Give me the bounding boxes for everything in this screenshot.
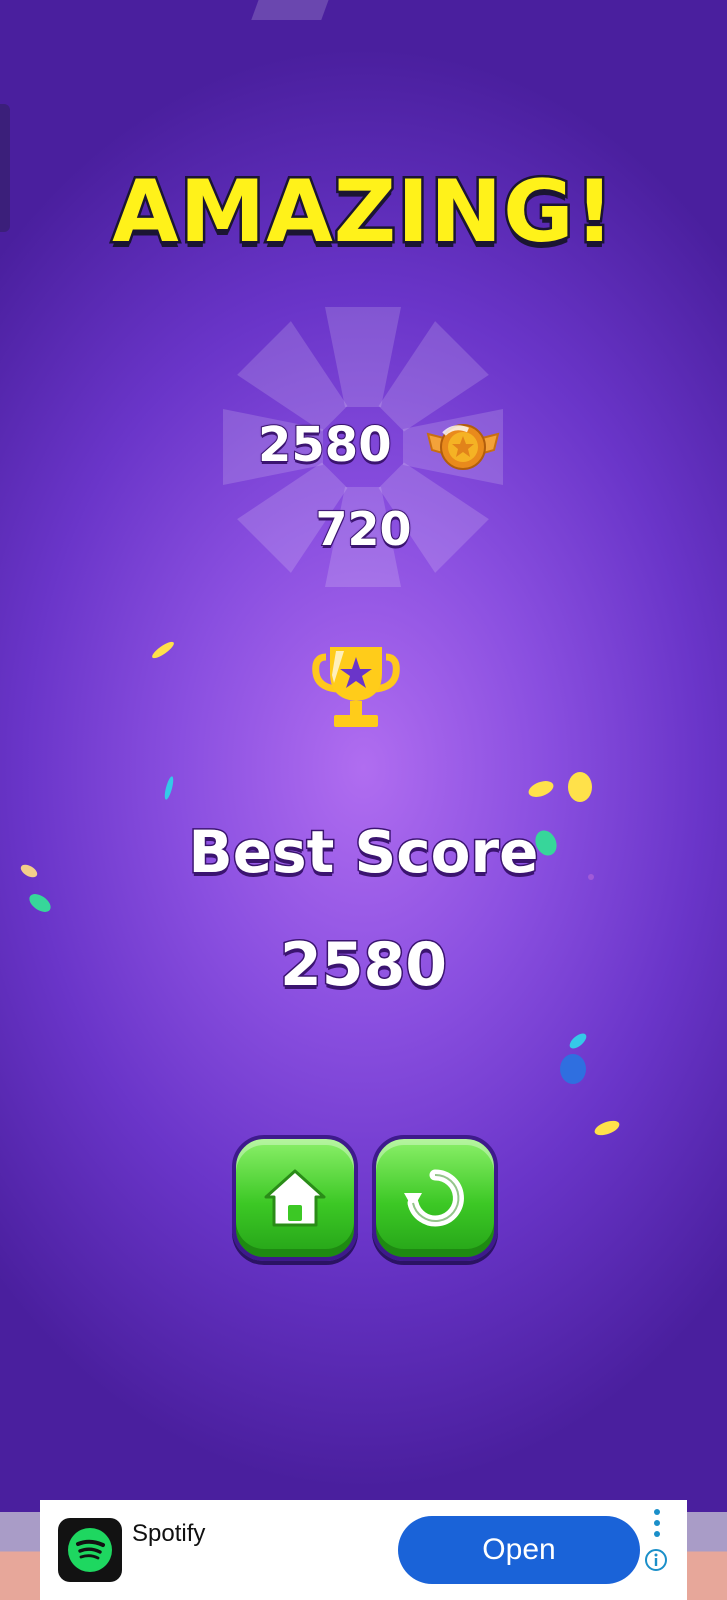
best-score-value: 2580 [279, 929, 449, 1002]
confetti-piece [592, 1117, 622, 1139]
confetti-piece [26, 890, 54, 916]
confetti-piece [567, 1030, 589, 1052]
score-value: 2580 [257, 416, 393, 474]
result-title: AMAZING! [110, 160, 617, 265]
best-score-label: Best Score [187, 817, 540, 888]
trophy-icon [312, 647, 400, 727]
confetti-piece [588, 874, 594, 880]
ad-card[interactable]: Spotify Open [40, 1500, 687, 1600]
spotify-logo-icon [58, 1518, 122, 1582]
medal-icon [426, 424, 500, 470]
home-button[interactable] [232, 1135, 358, 1261]
bonus-value: 720 [314, 501, 412, 557]
ad-background [687, 1512, 727, 1600]
confetti-piece [150, 639, 176, 661]
home-icon [264, 1169, 326, 1227]
confetti-piece [526, 777, 556, 801]
ad-app-name: Spotify [132, 1520, 206, 1547]
confetti-piece [162, 775, 176, 801]
ad-background [0, 1512, 40, 1600]
game-over-screen: AMAZING! 2580 720 Best Score 2580 [0, 0, 727, 1600]
replay-icon [404, 1169, 464, 1227]
confetti-piece [568, 772, 592, 802]
ad-info-icon[interactable] [644, 1548, 668, 1572]
more-options-icon[interactable] [652, 1508, 662, 1538]
ad-banner[interactable]: Spotify Open [0, 1500, 727, 1600]
ad-open-button[interactable]: Open [398, 1516, 640, 1584]
replay-button[interactable] [372, 1135, 498, 1261]
confetti-shape [251, 0, 331, 20]
confetti-piece [560, 1054, 586, 1084]
